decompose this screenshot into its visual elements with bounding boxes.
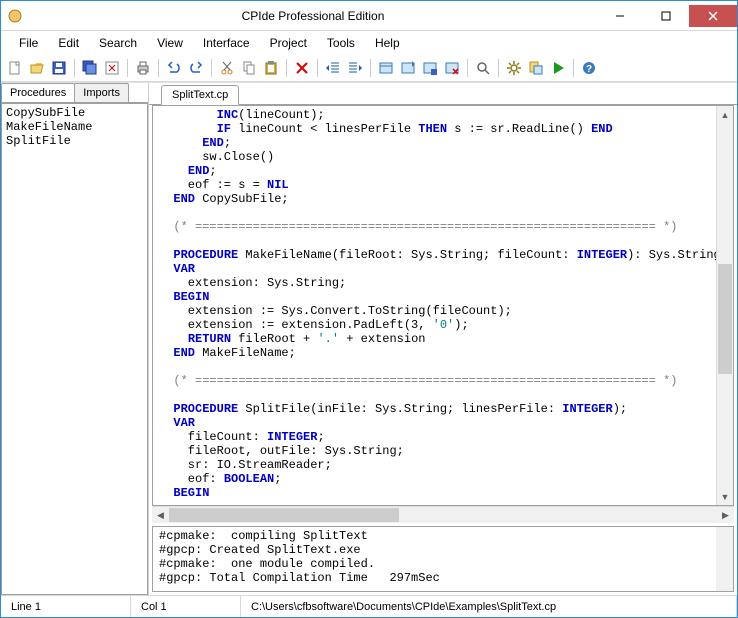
maximize-button[interactable] — [643, 5, 689, 27]
scroll-thumb[interactable] — [718, 264, 732, 374]
open-file-icon[interactable] — [27, 58, 47, 78]
menu-help[interactable]: Help — [365, 33, 410, 53]
run-icon[interactable] — [548, 58, 568, 78]
indent-icon[interactable] — [345, 58, 365, 78]
hscroll-thumb[interactable] — [169, 508, 399, 522]
menu-view[interactable]: View — [147, 33, 193, 53]
find-icon[interactable] — [473, 58, 493, 78]
menu-project[interactable]: Project — [260, 33, 317, 53]
output-scrollbar[interactable] — [716, 527, 733, 591]
help-icon[interactable]: ? — [579, 58, 599, 78]
undo-icon[interactable] — [164, 58, 184, 78]
menu-edit[interactable]: Edit — [48, 33, 89, 53]
menu-search[interactable]: Search — [89, 33, 147, 53]
build-icon[interactable] — [526, 58, 546, 78]
menu-interface[interactable]: Interface — [193, 33, 260, 53]
svg-text:?: ? — [586, 64, 592, 75]
horizontal-scrollbar[interactable]: ◀ ▶ — [152, 506, 734, 523]
status-line: Line 1 — [1, 596, 131, 617]
delete-icon[interactable] — [292, 58, 312, 78]
status-bar: Line 1 Col 1 C:\Users\cfbsoftware\Docume… — [1, 595, 737, 617]
window-new-icon[interactable] — [398, 58, 418, 78]
menu-file[interactable]: File — [9, 33, 48, 53]
window-title: CPIde Professional Edition — [29, 9, 597, 23]
new-file-icon[interactable] — [5, 58, 25, 78]
code-editor[interactable]: INC(lineCount); IF lineCount < linesPerF… — [153, 106, 716, 505]
sidebar: Procedures Imports CopySubFile MakeFileN… — [1, 83, 149, 595]
print-icon[interactable] — [133, 58, 153, 78]
scroll-left-icon[interactable]: ◀ — [152, 507, 169, 523]
scroll-down-icon[interactable]: ▼ — [717, 488, 733, 505]
toolbar: ? — [1, 54, 737, 82]
app-icon — [1, 8, 29, 24]
procedures-list[interactable]: CopySubFile MakeFileName SplitFile — [1, 103, 148, 595]
list-item[interactable]: MakeFileName — [6, 120, 143, 134]
gear-icon[interactable] — [504, 58, 524, 78]
output-panel[interactable]: #cpmake: compiling SplitText #gpcp: Crea… — [152, 526, 734, 592]
window-icon[interactable] — [376, 58, 396, 78]
cut-icon[interactable] — [217, 58, 237, 78]
redo-icon[interactable] — [186, 58, 206, 78]
tab-imports[interactable]: Imports — [74, 83, 129, 102]
status-path: C:\Users\cfbsoftware\Documents\CPIde\Exa… — [241, 596, 737, 617]
list-item[interactable]: SplitFile — [6, 134, 143, 148]
minimize-button[interactable] — [597, 5, 643, 27]
outdent-icon[interactable] — [323, 58, 343, 78]
scroll-right-icon[interactable]: ▶ — [717, 507, 734, 523]
vertical-scrollbar[interactable]: ▲ ▼ — [716, 106, 733, 505]
title-bar: CPIde Professional Edition — [1, 1, 737, 31]
editor-tab[interactable]: SplitText.cp — [161, 85, 239, 105]
close-all-icon[interactable] — [102, 58, 122, 78]
menu-bar: File Edit Search View Interface Project … — [1, 31, 737, 54]
list-item[interactable]: CopySubFile — [6, 106, 143, 120]
scroll-up-icon[interactable]: ▲ — [717, 106, 733, 123]
close-button[interactable] — [689, 5, 737, 27]
tab-procedures[interactable]: Procedures — [1, 83, 75, 102]
window-close-icon[interactable] — [442, 58, 462, 78]
paste-icon[interactable] — [261, 58, 281, 78]
save-all-icon[interactable] — [80, 58, 100, 78]
window-save-icon[interactable] — [420, 58, 440, 78]
save-icon[interactable] — [49, 58, 69, 78]
menu-tools[interactable]: Tools — [317, 33, 365, 53]
status-col: Col 1 — [131, 596, 241, 617]
copy-icon[interactable] — [239, 58, 259, 78]
